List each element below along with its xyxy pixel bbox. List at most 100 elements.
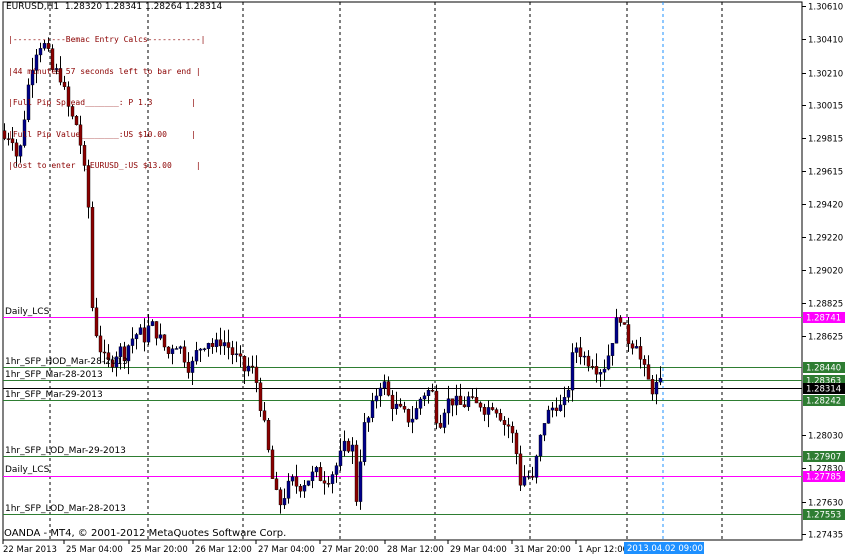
time-tick-label: 22 Mar 2013 xyxy=(3,545,57,555)
candle-body xyxy=(498,413,503,421)
candle-body xyxy=(562,397,567,406)
candle-body xyxy=(482,407,487,415)
candle-body xyxy=(422,395,427,400)
candle-body xyxy=(234,353,239,356)
candle-body xyxy=(166,346,171,354)
candle-body xyxy=(346,440,351,452)
candle-body xyxy=(486,407,491,415)
candle-body xyxy=(270,449,275,479)
candle-body xyxy=(406,409,411,423)
level-label-daily-lcs-upper: Daily_LCS xyxy=(5,307,50,317)
candle-body xyxy=(434,390,439,424)
candle-body xyxy=(174,348,179,350)
price-tag-label: 1.27553 xyxy=(806,511,841,521)
candle-body xyxy=(554,407,559,411)
candle-body xyxy=(646,364,651,380)
candle-body xyxy=(514,432,519,455)
candle-body xyxy=(474,397,479,404)
candle-body xyxy=(370,400,375,418)
candle-body xyxy=(286,480,291,499)
candle-body xyxy=(450,398,455,406)
candle-body xyxy=(614,317,619,344)
candle-body xyxy=(206,342,211,349)
info-line: |44 minutes 57 seconds left to bar end | xyxy=(8,66,201,76)
price-tick-label: 1.29615 xyxy=(808,168,843,178)
candle-body xyxy=(550,407,555,411)
candle-body xyxy=(590,366,595,368)
price-tick-label: 1.27630 xyxy=(808,499,843,509)
candle-body xyxy=(502,420,507,425)
candle-body xyxy=(130,338,135,346)
candle-body xyxy=(330,474,335,484)
candle-body xyxy=(382,381,387,389)
candle-body xyxy=(322,480,327,484)
candle-body xyxy=(146,325,151,343)
price-tick-label: 1.28625 xyxy=(808,333,843,343)
candle-body xyxy=(214,339,219,347)
candle-body xyxy=(510,426,515,434)
price-tick-label: 1.30210 xyxy=(808,70,843,80)
price-tick-label: 1.30410 xyxy=(808,36,843,46)
candle-body xyxy=(506,424,511,427)
candle-body xyxy=(546,409,551,424)
info-line: |Full Pip Value________:US $10.00 | xyxy=(8,129,196,139)
level-label-sfp-mar28: 1hr_SFP_Mar-28-2013 xyxy=(5,370,103,380)
candle-body xyxy=(154,321,159,339)
candle-body xyxy=(182,346,187,363)
info-line: |Full Pip Spread_______: P 1.3 | xyxy=(8,98,196,107)
candle-body xyxy=(138,327,143,335)
candle-body xyxy=(574,347,579,353)
candle-body xyxy=(446,398,451,414)
level-label-daily-lcs-lower: Daily_LCS xyxy=(5,465,50,475)
candle-body xyxy=(186,361,191,373)
candle-body xyxy=(594,366,599,375)
candle-body xyxy=(334,465,339,475)
candle-body xyxy=(374,395,379,402)
price-tick-label: 1.29815 xyxy=(808,135,843,145)
candle-body xyxy=(354,444,359,502)
candle-body xyxy=(246,365,251,372)
price-tag-label: 1.28741 xyxy=(806,314,841,324)
candle-body xyxy=(490,407,495,410)
time-tick-label: 28 Mar 12:00 xyxy=(387,545,444,555)
candle-body xyxy=(290,476,295,482)
candle-body xyxy=(606,355,611,370)
candle-body xyxy=(442,412,447,428)
candle-body xyxy=(142,327,147,343)
time-tick-label: 1 Apr 12:00 xyxy=(578,545,628,555)
price-tag-label: 1.28314 xyxy=(806,385,841,395)
price-tag-label: 1.28242 xyxy=(806,397,841,407)
candle-body xyxy=(158,334,163,339)
candle-body xyxy=(102,351,107,354)
candle-body xyxy=(2,130,7,139)
candle-body xyxy=(414,408,419,420)
candle-body xyxy=(654,381,659,395)
candle-body xyxy=(466,396,471,408)
price-tick-label: 1.28030 xyxy=(808,432,843,442)
price-tag-label: 1.27907 xyxy=(806,453,841,463)
candle-body xyxy=(618,317,623,323)
time-tick-label: 27 Mar 04:00 xyxy=(258,545,315,555)
candle-body xyxy=(222,342,227,347)
candle-body xyxy=(338,450,343,466)
level-label-sfp-lod-mar28: 1hr_SFP_LOD_Mar-28-2013 xyxy=(5,504,126,514)
candle-body xyxy=(358,461,363,502)
candle-body xyxy=(494,409,499,414)
candle-body xyxy=(634,346,639,349)
candle-body xyxy=(530,475,535,478)
candle-body xyxy=(198,348,203,351)
candle-body xyxy=(242,356,247,372)
candle-body xyxy=(518,453,523,486)
candle-body xyxy=(162,334,167,348)
candle-body xyxy=(386,381,391,396)
chart-area[interactable]: 1.30610 1.30410 1.30210 1.30015 1.29815 1.296… xyxy=(0,0,846,559)
time-tick-label: 31 Mar 20:00 xyxy=(514,545,571,555)
candle-body xyxy=(238,353,243,357)
candle-body xyxy=(170,348,175,354)
candle-body xyxy=(178,346,183,349)
candle-body xyxy=(418,398,423,409)
candle-body xyxy=(342,440,347,452)
time-tick-label: 25 Mar 20:00 xyxy=(131,545,188,555)
candle-body xyxy=(226,342,231,348)
candle-body xyxy=(526,475,531,478)
